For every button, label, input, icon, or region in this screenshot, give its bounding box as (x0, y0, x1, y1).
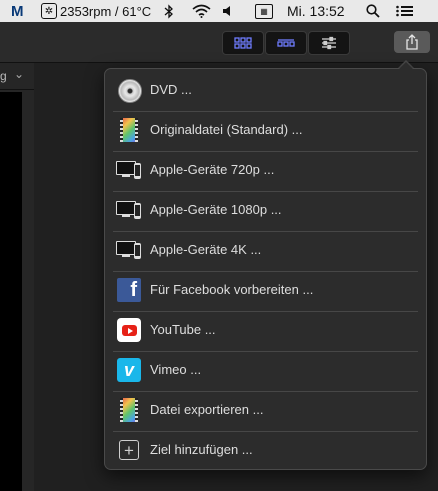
filmstrip-icon (277, 39, 295, 47)
sliders-icon (322, 36, 336, 50)
share-menu-item-youtube[interactable]: YouTube ... (105, 312, 426, 348)
menu-item-label: Datei exportieren ... (150, 402, 264, 417)
menu-item-label: YouTube ... (150, 322, 216, 337)
share-menu-item-vimeo[interactable]: v Vimeo ... (105, 352, 426, 388)
share-menu: DVD ... Originaldatei (Standard) ... App… (104, 68, 427, 470)
volume-icon[interactable] (222, 0, 234, 22)
clock[interactable]: Mi. 13:52 (287, 0, 345, 22)
apple-devices-icon (116, 157, 142, 183)
chevron-down-icon: ⌄ (14, 67, 25, 81)
macos-menu-bar: M ✲ 2353rpm / 61°C ▦ Mi. 13:52 (0, 0, 438, 22)
menu-item-label: Originaldatei (Standard) ... (150, 122, 303, 137)
menu-item-label: Apple-Geräte 4K ... (150, 242, 262, 257)
share-menu-item-dvd[interactable]: DVD ... (105, 72, 426, 108)
app-toolbar (0, 22, 438, 63)
fan-status-text: 2353rpm / 61°C (60, 3, 152, 19)
dvd-icon (118, 79, 142, 103)
share-menu-item-apple-720p[interactable]: Apple-Geräte 720p ... (105, 152, 426, 188)
facebook-icon: f (117, 278, 141, 302)
fan-monitor-status[interactable]: ✲ 2353rpm / 61°C (41, 0, 151, 22)
left-panel-header-text: g (0, 69, 7, 83)
share-menu-item-export-file[interactable]: Datei exportieren ... (105, 392, 426, 428)
share-icon (406, 34, 418, 50)
spotlight-search-icon[interactable] (366, 0, 380, 22)
menu-item-label: DVD ... (150, 82, 192, 97)
wifi-icon[interactable] (192, 0, 211, 22)
vimeo-icon: v (117, 358, 141, 382)
add-destination-icon: + (119, 440, 139, 460)
left-panel-header[interactable]: g ⌄ (0, 63, 34, 90)
share-menu-item-add-destination[interactable]: + Ziel hinzufügen ... (105, 432, 426, 468)
menu-item-label: Ziel hinzufügen ... (150, 442, 253, 457)
share-menu-item-facebook[interactable]: f Für Facebook vorbereiten ... (105, 272, 426, 308)
menu-item-label: Apple-Geräte 720p ... (150, 162, 275, 177)
grid-icon (234, 37, 252, 49)
menu-item-label: Für Facebook vorbereiten ... (150, 282, 314, 297)
share-menu-item-master-file[interactable]: Originaldatei (Standard) ... (105, 112, 426, 148)
menu-item-label: Vimeo ... (150, 362, 202, 377)
notification-center-icon[interactable] (396, 0, 414, 22)
menu-item-label: Apple-Geräte 1080p ... (150, 202, 282, 217)
apple-devices-icon (116, 197, 142, 223)
left-panel: g ⌄ (0, 63, 34, 491)
share-menu-item-apple-4k[interactable]: Apple-Geräte 4K ... (105, 232, 426, 268)
browser-view-button[interactable] (222, 31, 264, 55)
share-menu-item-apple-1080p[interactable]: Apple-Geräte 1080p ... (105, 192, 426, 228)
fan-icon: ✲ (41, 3, 57, 19)
malwarebytes-icon[interactable]: M (11, 0, 24, 22)
viewer-area (0, 92, 22, 491)
share-button[interactable] (394, 31, 430, 53)
apple-devices-icon (116, 237, 142, 263)
popover-arrow-fill (398, 62, 414, 70)
bluetooth-icon[interactable] (164, 0, 174, 22)
timeline-view-button[interactable] (265, 31, 307, 55)
youtube-icon (117, 318, 141, 342)
inspector-button[interactable] (308, 31, 350, 55)
film-icon (120, 118, 138, 142)
calendar-icon[interactable]: ▦ (255, 0, 273, 22)
film-icon (120, 398, 138, 422)
